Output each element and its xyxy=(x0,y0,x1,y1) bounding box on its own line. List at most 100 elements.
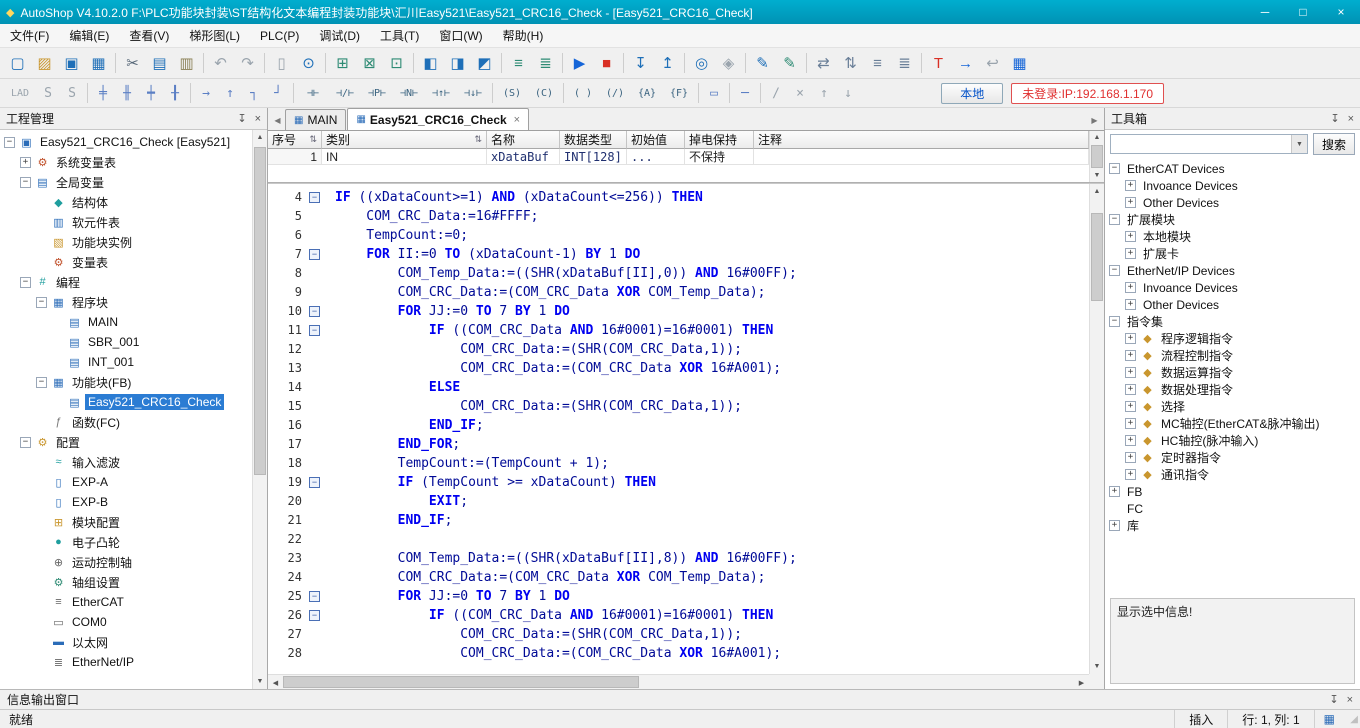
monitor-button[interactable]: ◎ xyxy=(688,51,715,76)
window-cascade-button[interactable]: ◧ xyxy=(417,51,444,76)
column-header[interactable]: 序号⇅ xyxy=(268,131,322,149)
convert-ladder-button[interactable]: ⇄ xyxy=(810,51,837,76)
tree-item[interactable]: ≡EtherCAT xyxy=(0,592,252,612)
tree-item[interactable]: ▤Easy521_CRC16_Check xyxy=(0,392,252,412)
tree-item[interactable]: −▣Easy521_CRC16_Check [Easy521] xyxy=(0,132,252,152)
slash-tool-button[interactable]: ∕ xyxy=(764,82,788,104)
tree-item[interactable]: −⚙配置 xyxy=(0,432,252,452)
resize-grip[interactable]: ◢ xyxy=(1344,714,1360,725)
tree-item[interactable]: −EtherNet/IP Devices xyxy=(1105,262,1360,279)
editor-vertical-scrollbar[interactable]: ▲ ▼ xyxy=(1089,184,1104,674)
tree-item[interactable]: ≣EtherNet/IP xyxy=(0,652,252,672)
tree-item[interactable]: ◆结构体 xyxy=(0,192,252,212)
compile-all-button[interactable]: ⊠ xyxy=(356,51,383,76)
code-line[interactable]: 19− IF (TempCount >= xDataCount) THEN xyxy=(268,473,1089,492)
insert-cell-button[interactable]: ┿ xyxy=(139,82,163,104)
code-editor[interactable]: 4−IF ((xDataCount>=1) AND (xDataCount<=2… xyxy=(268,183,1104,689)
tree-expander[interactable]: + xyxy=(1125,452,1136,463)
scrollbar-thumb[interactable] xyxy=(254,147,266,475)
table-cell[interactable]: ... xyxy=(627,149,685,165)
tree-item[interactable]: +FB xyxy=(1105,483,1360,500)
tree-expander[interactable]: + xyxy=(1125,231,1136,242)
code-line[interactable]: 17 END_FOR; xyxy=(268,435,1089,454)
scroll-up-icon[interactable]: ▲ xyxy=(1090,184,1104,199)
copy-button[interactable]: ▤ xyxy=(146,51,173,76)
st-badge-2-button[interactable]: S xyxy=(60,82,84,104)
code-line[interactable]: 22 xyxy=(268,530,1089,549)
code-line[interactable]: 27 COM_CRC_Data:=(SHR(COM_CRC_Data,1)); xyxy=(268,625,1089,644)
fold-marker[interactable]: − xyxy=(309,249,320,260)
panel-close-icon[interactable]: × xyxy=(1347,694,1353,706)
scrollbar-track[interactable] xyxy=(1090,199,1104,659)
tree-item[interactable]: +◆数据处理指令 xyxy=(1105,381,1360,398)
code-line[interactable]: 26− IF ((COM_CRC_Data AND 16#0001)=16#00… xyxy=(268,606,1089,625)
tree-expander[interactable]: − xyxy=(20,177,31,188)
draw-corner-up-button[interactable]: ┘ xyxy=(266,82,290,104)
delete-cell-button[interactable]: ╂ xyxy=(163,82,187,104)
monitor-table-button[interactable]: ▦ xyxy=(1006,51,1033,76)
tree-item[interactable]: ▬以太网 xyxy=(0,632,252,652)
tree-item[interactable]: +◆通讯指令 xyxy=(1105,466,1360,483)
maximize-button[interactable]: □ xyxy=(1284,0,1322,24)
table-cell[interactable] xyxy=(754,149,1089,165)
tree-expander[interactable]: + xyxy=(1125,333,1136,344)
tree-item[interactable]: FC xyxy=(1105,500,1360,517)
tree-expander[interactable]: + xyxy=(20,157,31,168)
code-line[interactable]: 14 ELSE xyxy=(268,378,1089,397)
back-button[interactable]: ↩ xyxy=(979,51,1006,76)
code-line[interactable]: 15 COM_CRC_Data:=(SHR(COM_CRC_Data,1)); xyxy=(268,397,1089,416)
tree-item[interactable]: ƒ函数(FC) xyxy=(0,412,252,432)
scroll-up-icon[interactable]: ▲ xyxy=(253,130,267,145)
tree-expander[interactable]: − xyxy=(20,277,31,288)
table-cell[interactable]: IN xyxy=(322,149,487,165)
code-line[interactable]: 8 COM_Temp_Data:=((SHR(xDataBuf[II],0)) … xyxy=(268,264,1089,283)
column-header[interactable]: 注释 xyxy=(754,131,1089,149)
cut-button[interactable]: ✂ xyxy=(119,51,146,76)
table-row[interactable]: 1INxDataBufINT[128]...不保持 xyxy=(268,149,1089,165)
menu-item[interactable]: 帮助(H) xyxy=(493,24,554,47)
window-tile-h-button[interactable]: ◨ xyxy=(444,51,471,76)
draw-corner-down-button[interactable]: ┐ xyxy=(242,82,266,104)
table-cell[interactable]: INT[128] xyxy=(560,149,627,165)
contact-nc-button[interactable]: ⊣/⊢ xyxy=(329,82,361,104)
column-header[interactable]: 数据类型 xyxy=(560,131,627,149)
tree-item[interactable]: −▦程序块 xyxy=(0,292,252,312)
local-button[interactable]: 本地 xyxy=(941,83,1003,104)
insert-block-button[interactable]: ▭ xyxy=(702,82,726,104)
tree-item[interactable]: ●电子凸轮 xyxy=(0,532,252,552)
run-button[interactable]: ▶ xyxy=(566,51,593,76)
tree-expander[interactable]: − xyxy=(36,297,47,308)
tree-expander[interactable]: + xyxy=(1125,197,1136,208)
scrollbar-thumb[interactable] xyxy=(283,676,639,688)
delete-row-button[interactable]: ╫ xyxy=(115,82,139,104)
undo-button[interactable]: ↶ xyxy=(207,51,234,76)
draw-line-right-button[interactable]: → xyxy=(194,82,218,104)
code-line[interactable]: 21 END_IF; xyxy=(268,511,1089,530)
paste-button[interactable]: ▥ xyxy=(173,51,200,76)
code-line[interactable]: 6 TempCount:=0; xyxy=(268,226,1089,245)
tree-item[interactable]: ▭COM0 xyxy=(0,612,252,632)
column-header[interactable]: 初始值 xyxy=(627,131,685,149)
project-tree-scrollbar[interactable]: ▲ ▼ xyxy=(252,130,267,689)
tree-item[interactable]: +◆数据运算指令 xyxy=(1105,364,1360,381)
tree-expander[interactable]: + xyxy=(1109,520,1120,531)
toolbox-search-input[interactable]: ▼ xyxy=(1110,134,1308,154)
panel-close-icon[interactable]: × xyxy=(1348,113,1354,125)
scroll-up-icon[interactable]: ▲ xyxy=(1090,131,1104,144)
find-button[interactable]: ⊙ xyxy=(295,51,322,76)
align-top-button[interactable]: ≡ xyxy=(864,51,891,76)
edit-var-button[interactable]: ✎ xyxy=(776,51,803,76)
tree-item[interactable]: −EtherCAT Devices xyxy=(1105,160,1360,177)
fold-marker[interactable]: − xyxy=(309,325,320,336)
lad-mode-button[interactable]: LAD xyxy=(4,82,36,104)
code-line[interactable]: 11− IF ((COM_CRC_Data AND 16#0001)=16#00… xyxy=(268,321,1089,340)
column-header[interactable]: 掉电保持 xyxy=(685,131,754,149)
func-block-a-button[interactable]: {A} xyxy=(631,82,663,104)
pin-icon[interactable]: ↧ xyxy=(1330,112,1339,125)
close-button[interactable]: × xyxy=(1322,0,1360,24)
contact-rising-button[interactable]: ⊣↑⊢ xyxy=(425,82,457,104)
tree-expander[interactable]: + xyxy=(1125,299,1136,310)
tree-item[interactable]: +◆MC轴控(EtherCAT&脉冲输出) xyxy=(1105,415,1360,432)
tree-expander[interactable]: + xyxy=(1109,486,1120,497)
tree-item[interactable]: +扩展卡 xyxy=(1105,245,1360,262)
